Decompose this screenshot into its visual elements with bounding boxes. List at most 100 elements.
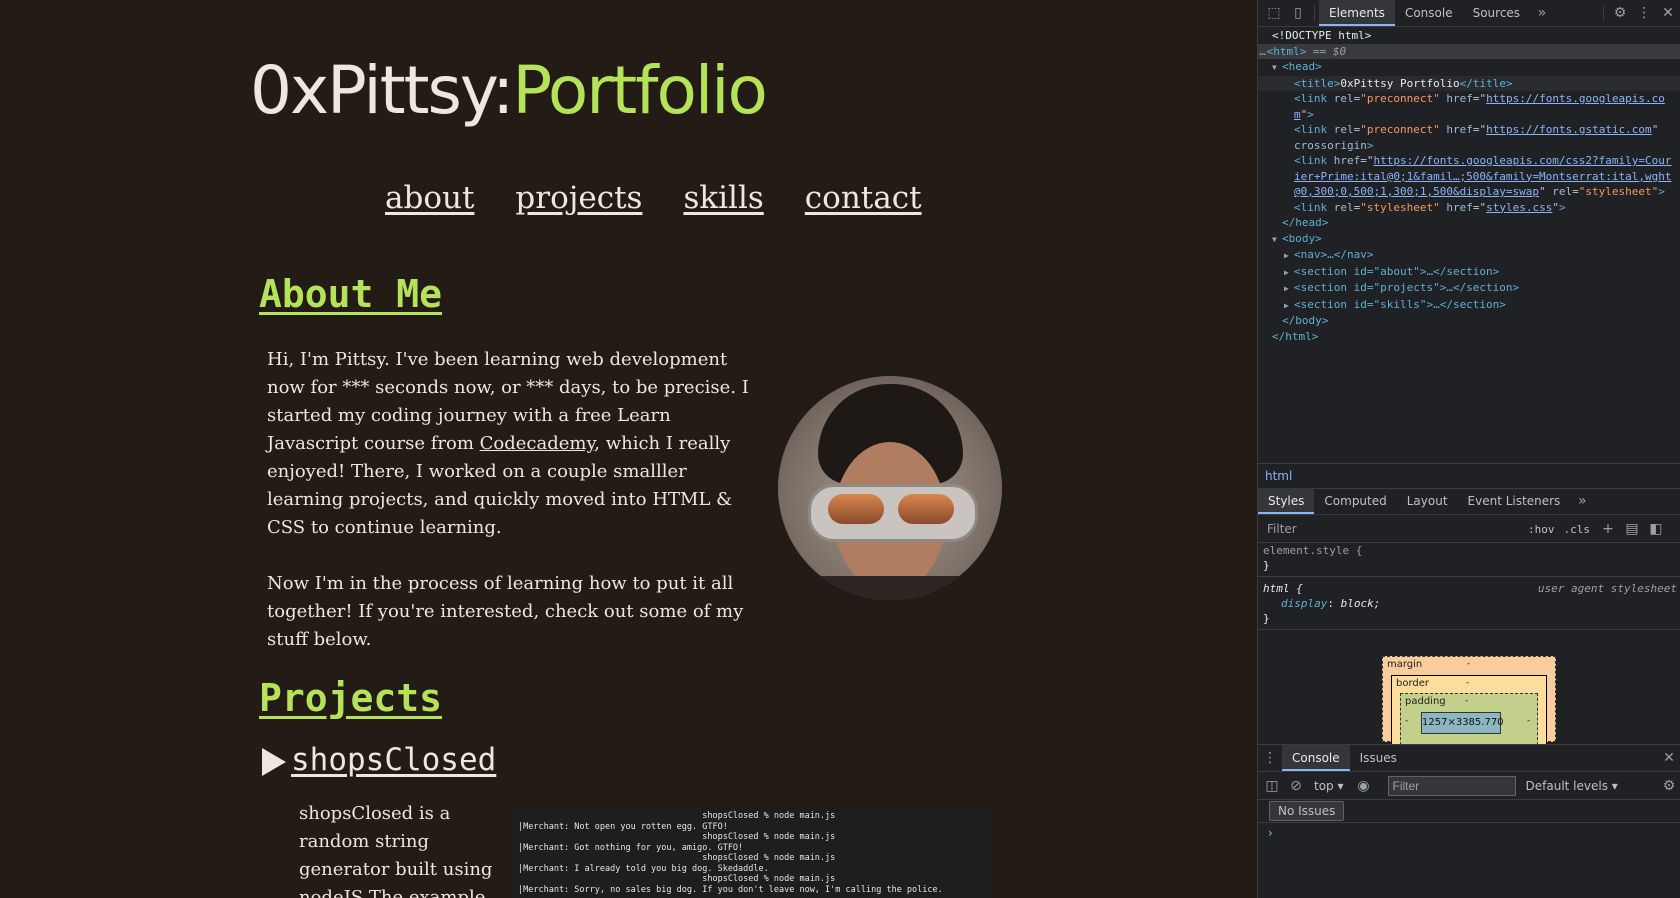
nav-link-projects[interactable]: projects bbox=[515, 180, 642, 216]
context-selector[interactable]: top ▾ bbox=[1314, 779, 1344, 793]
drawer-tab-issues[interactable]: Issues bbox=[1350, 745, 1407, 771]
log-levels-dropdown[interactable]: Default levels ▾ bbox=[1526, 779, 1618, 793]
dom-title[interactable]: <title>0xPittsy Portfolio</title> bbox=[1258, 75, 1680, 91]
dom-html-selected[interactable]: …<html> == $0 bbox=[1258, 43, 1680, 59]
style-rules: element.style { } html { user agent styl… bbox=[1258, 543, 1680, 634]
drawer-tabs: ⋮ Console Issues ✕ bbox=[1258, 744, 1680, 772]
kebab-menu-icon[interactable]: ⋮ bbox=[1632, 1, 1656, 25]
box-model-border-label: border bbox=[1396, 678, 1430, 689]
project-description: shopsClosed is a random string generator… bbox=[299, 803, 493, 898]
about-heading: About Me bbox=[259, 272, 443, 316]
paint-brush-icon[interactable]: ▤ bbox=[1620, 517, 1644, 541]
issues-badge[interactable]: No Issues bbox=[1269, 801, 1345, 821]
box-model-dash: - bbox=[1527, 716, 1531, 726]
tab-console[interactable]: Console bbox=[1395, 0, 1463, 26]
dom-section-skills[interactable]: ▶ <section id="skills">…</section> bbox=[1258, 297, 1680, 314]
dom-link-preconnect-1[interactable]: <link rel="preconnect" href="https://fon… bbox=[1258, 91, 1680, 122]
terminal-line: |Merchant: Sorry, no sales big dog. If y… bbox=[518, 884, 943, 895]
breadcrumb-html[interactable]: html bbox=[1265, 464, 1292, 488]
project-terminal-screenshot: shopsClosed % node main.js |Merchant: No… bbox=[514, 811, 990, 898]
inspect-element-icon[interactable]: ⬚ bbox=[1262, 1, 1286, 25]
tab-layout[interactable]: Layout bbox=[1397, 488, 1458, 514]
console-prompt-chevron-icon[interactable]: › bbox=[1268, 826, 1273, 840]
about-paragraph-2: Now I'm in the process of learning how t… bbox=[267, 573, 744, 650]
rule-selector: html { bbox=[1263, 582, 1303, 595]
nav-link-contact[interactable]: contact bbox=[805, 180, 922, 216]
dom-link-fonts-stylesheet[interactable]: <link href="https://fonts.googleapis.com… bbox=[1258, 153, 1680, 200]
device-toolbar-icon[interactable]: ▯ bbox=[1286, 1, 1310, 25]
tab-sources[interactable]: Sources bbox=[1463, 0, 1530, 26]
terminal-line: shopsClosed % node main.js bbox=[518, 832, 836, 842]
drawer-menu-icon[interactable]: ⋮ bbox=[1258, 746, 1282, 770]
dom-head-close[interactable]: </head> bbox=[1258, 215, 1680, 231]
dom-doctype[interactable]: <!DOCTYPE html> bbox=[1258, 28, 1680, 44]
dom-link-preconnect-2[interactable]: <link rel="preconnect" href="https://fon… bbox=[1258, 122, 1680, 153]
site-title-part2: Portfolio bbox=[512, 52, 768, 129]
tab-elements[interactable]: Elements bbox=[1319, 0, 1395, 26]
issues-row: No Issues bbox=[1258, 800, 1680, 823]
dom-link-styles-css[interactable]: <link rel="stylesheet" href="styles.css"… bbox=[1258, 200, 1680, 216]
box-model-padding-label: padding bbox=[1405, 696, 1446, 707]
class-toggle[interactable]: .cls bbox=[1564, 523, 1591, 536]
site-title-part1: 0xPittsy: bbox=[250, 52, 514, 129]
dom-section-about[interactable]: ▶ <section id="about">…</section> bbox=[1258, 264, 1680, 281]
dom-body[interactable]: ▼ <body> bbox=[1258, 231, 1680, 248]
console-sidebar-icon[interactable]: ◫ bbox=[1260, 774, 1284, 798]
settings-gear-icon[interactable]: ⚙ bbox=[1608, 1, 1632, 25]
profile-photo bbox=[778, 376, 1002, 600]
rule-close: } bbox=[1263, 612, 1270, 625]
nav-link-about[interactable]: about bbox=[385, 180, 474, 216]
dom-html-close[interactable]: </html> bbox=[1258, 329, 1680, 345]
drawer-tab-console[interactable]: Console bbox=[1282, 745, 1350, 771]
dom-body-close[interactable]: </body> bbox=[1258, 313, 1680, 329]
more-tabs-icon[interactable]: » bbox=[1570, 489, 1594, 513]
box-model-dash: - bbox=[1467, 659, 1471, 669]
styles-pane-tabs: Styles Computed Layout Event Listeners » bbox=[1258, 488, 1680, 515]
terminal-line: shopsClosed % node main.js bbox=[518, 811, 836, 821]
page-viewport: 0xPittsy:Portfolio about projects skills… bbox=[0, 0, 1257, 898]
rule-element-style[interactable]: element.style { } bbox=[1258, 543, 1680, 577]
console-filter-input[interactable] bbox=[1387, 776, 1516, 796]
devtools-panel: ⬚ ▯ Elements Console Sources » ⚙ ⋮ ✕ <!D… bbox=[1257, 0, 1680, 898]
more-tabs-icon[interactable]: » bbox=[1530, 1, 1554, 25]
devtools-toolbar: ⬚ ▯ Elements Console Sources » ⚙ ⋮ ✕ bbox=[1258, 0, 1680, 27]
tab-computed[interactable]: Computed bbox=[1314, 488, 1396, 514]
live-expression-eye-icon[interactable]: ◉ bbox=[1352, 774, 1376, 798]
styles-filter-row: :hov .cls + ▤ ◧ bbox=[1258, 516, 1680, 543]
box-model-content: 1257×3385.770 bbox=[1421, 712, 1504, 734]
box-model-diagram: margin - border - padding - - 1257×3385.… bbox=[1382, 656, 1556, 745]
project-expand-triangle-icon[interactable] bbox=[262, 748, 286, 776]
box-model-dash: - bbox=[1405, 716, 1409, 726]
box-model-border: border - padding - - 1257×3385.770 - bbox=[1391, 675, 1547, 745]
rule-html[interactable]: html { user agent stylesheet display: bl… bbox=[1258, 581, 1680, 630]
add-rule-icon[interactable]: + bbox=[1596, 517, 1620, 541]
close-drawer-icon[interactable]: ✕ bbox=[1657, 746, 1680, 770]
project-title-shopsclosed[interactable]: shopsClosed bbox=[291, 742, 496, 778]
dom-section-projects[interactable]: ▶ <section id="projects">…</section> bbox=[1258, 280, 1680, 297]
terminal-line: shopsClosed % node main.js bbox=[518, 853, 836, 863]
hover-state-toggle[interactable]: :hov bbox=[1528, 523, 1555, 536]
box-model-padding: padding - - 1257×3385.770 - bbox=[1400, 693, 1538, 745]
toggle-sidebar-icon[interactable]: ◧ bbox=[1644, 517, 1668, 541]
console-toolbar: ◫ ⊘ top ▾ ◉ Default levels ▾ ⚙ bbox=[1258, 773, 1680, 800]
tab-event-listeners[interactable]: Event Listeners bbox=[1458, 488, 1571, 514]
terminal-line: |Merchant: Not open you rotten egg. GTFO… bbox=[518, 821, 728, 832]
terminal-line: shopsClosed % node main.js bbox=[518, 874, 836, 884]
dom-head[interactable]: ▼ <head> bbox=[1258, 59, 1680, 76]
box-model-dash: - bbox=[1465, 696, 1469, 706]
projects-heading: Projects bbox=[259, 676, 443, 720]
close-devtools-icon[interactable]: ✕ bbox=[1656, 1, 1680, 25]
rule-origin: user agent stylesheet bbox=[1537, 582, 1677, 595]
console-settings-gear-icon[interactable]: ⚙ bbox=[1657, 774, 1680, 798]
styles-filter-input[interactable] bbox=[1265, 521, 1519, 537]
clear-console-icon[interactable]: ⊘ bbox=[1284, 774, 1308, 798]
tab-styles[interactable]: Styles bbox=[1258, 488, 1315, 514]
terminal-line: |Merchant: Got nothing for you, amigo. G… bbox=[518, 842, 744, 853]
codecademy-link[interactable]: Codecademy bbox=[480, 433, 595, 454]
box-model-dash: - bbox=[1466, 678, 1470, 688]
box-model-margin-label: margin bbox=[1387, 659, 1423, 670]
dom-nav[interactable]: ▶ <nav>…</nav> bbox=[1258, 247, 1680, 264]
about-text: Hi, I'm Pittsy. I've been learning web d… bbox=[267, 346, 767, 682]
nav-link-skills[interactable]: skills bbox=[683, 180, 763, 216]
terminal-line: |Merchant: I already told you big dog. S… bbox=[518, 863, 769, 874]
